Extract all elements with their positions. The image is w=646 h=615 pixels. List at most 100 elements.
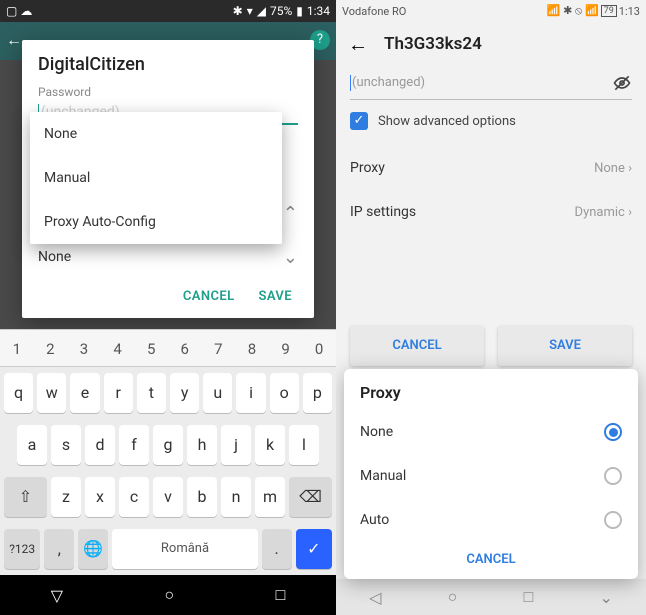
key-6[interactable]: 6	[168, 330, 202, 366]
save-button[interactable]: SAVE	[498, 326, 632, 366]
nav-back-icon[interactable]: ▽	[51, 586, 63, 605]
save-button[interactable]: SAVE	[259, 289, 292, 304]
cancel-button[interactable]: CANCEL	[350, 326, 484, 366]
back-arrow-icon[interactable]: ←	[6, 30, 22, 50]
key-g[interactable]: g	[153, 425, 183, 465]
key-m[interactable]: m	[255, 477, 285, 517]
chevron-right-icon: ›	[628, 205, 632, 220]
key-n[interactable]: n	[221, 477, 251, 517]
key-s[interactable]: s	[51, 425, 81, 465]
proxy-option-manual[interactable]: Manual	[30, 156, 282, 200]
proxy-option-pac[interactable]: Proxy Auto-Config	[30, 200, 282, 244]
key-k[interactable]: k	[255, 425, 285, 465]
radio-selected-icon	[604, 423, 622, 441]
proxy-row[interactable]: Proxy None ›	[350, 146, 632, 190]
backspace-key[interactable]: ⌫	[289, 477, 332, 517]
nav-recents-icon[interactable]: □	[524, 587, 534, 607]
key-0[interactable]: 0	[302, 330, 336, 366]
show-advanced-checkbox[interactable]: ✓ Show advanced options	[350, 100, 632, 146]
shift-key[interactable]: ⇧	[4, 477, 47, 517]
key-j[interactable]: j	[221, 425, 251, 465]
ip-settings-row[interactable]: IP settings Dynamic ›	[350, 190, 632, 234]
proxy-option-none[interactable]: None	[360, 410, 622, 454]
nav-recents-icon[interactable]: □	[276, 585, 286, 605]
dialog-actions: CANCEL SAVE	[38, 279, 298, 308]
key-5[interactable]: 5	[134, 330, 168, 366]
radio-unselected-icon	[604, 467, 622, 485]
sheet-cancel-button[interactable]: CANCEL	[360, 542, 622, 571]
visibility-off-icon[interactable]	[612, 73, 632, 93]
proxy-option-auto[interactable]: Auto	[360, 498, 622, 542]
android-nav-bar: ▽ ○ □	[0, 575, 336, 615]
chevron-up-icon: ⌃	[283, 203, 298, 224]
form-actions: CANCEL SAVE	[336, 318, 646, 374]
key-q[interactable]: q	[4, 373, 33, 413]
soft-keyboard: 1 2 3 4 5 6 7 8 9 0 q w e r t y u i o p …	[0, 329, 336, 575]
key-1[interactable]: 1	[0, 330, 34, 366]
key-x[interactable]: x	[85, 477, 115, 517]
globe-key[interactable]: 🌐	[78, 529, 108, 569]
nav-back-icon[interactable]: ◁	[369, 588, 381, 607]
status-bar: Vodafone RO 📶 ✱ ⦸ 📶 79 1:13	[336, 0, 646, 22]
checkbox-checked-icon: ✓	[350, 112, 368, 130]
key-w[interactable]: w	[37, 373, 66, 413]
key-9[interactable]: 9	[269, 330, 303, 366]
key-l[interactable]: l	[289, 425, 319, 465]
key-3[interactable]: 3	[67, 330, 101, 366]
android-nav-bar: ◁ ○ □ ⌄	[336, 579, 646, 615]
left-phone-stock-android: ▢ ☁ ✱ ▾ ◢ 75% ▮ 1:34 ← ? DigitalCitizen …	[0, 0, 336, 615]
key-y[interactable]: y	[170, 373, 199, 413]
signal-icon: 📶 ✱ ⦸ 📶	[547, 4, 599, 18]
bluetooth-icon: ✱	[233, 4, 243, 18]
password-field[interactable]: (unchanged)	[350, 66, 632, 100]
key-7[interactable]: 7	[202, 330, 236, 366]
proxy-option-none[interactable]: None	[30, 112, 282, 156]
key-t[interactable]: t	[137, 373, 166, 413]
hide-keyboard-icon[interactable]: ⌄	[599, 588, 612, 607]
status-bar: ▢ ☁ ✱ ▾ ◢ 75% ▮ 1:34	[0, 0, 336, 22]
key-z[interactable]: z	[51, 477, 81, 517]
cancel-button[interactable]: CANCEL	[183, 289, 235, 304]
key-a[interactable]: a	[17, 425, 47, 465]
text-caret	[350, 75, 351, 91]
key-p[interactable]: p	[303, 373, 332, 413]
wifi-settings-form: (unchanged) ✓ Show advanced options Prox…	[336, 66, 646, 234]
back-arrow-icon[interactable]: ←	[348, 32, 368, 57]
key-8[interactable]: 8	[235, 330, 269, 366]
key-o[interactable]: o	[270, 373, 299, 413]
key-2[interactable]: 2	[34, 330, 68, 366]
proxy-option-manual[interactable]: Manual	[360, 454, 622, 498]
checkbox-label: Show advanced options	[378, 114, 516, 129]
network-name: DigitalCitizen	[38, 54, 298, 75]
dropdown-value: None	[38, 249, 71, 265]
radio-unselected-icon	[604, 511, 622, 529]
row-label: Proxy	[350, 160, 385, 176]
clock: 1:34	[307, 4, 330, 18]
key-c[interactable]: c	[119, 477, 149, 517]
key-v[interactable]: v	[153, 477, 183, 517]
key-f[interactable]: f	[119, 425, 149, 465]
enter-key[interactable]: ✓	[296, 529, 332, 569]
signal-icon: ◢	[257, 4, 266, 18]
right-phone-emui: Vodafone RO 📶 ✱ ⦸ 📶 79 1:13 ← Th3G33ks24…	[336, 0, 646, 615]
nav-home-icon[interactable]: ○	[164, 585, 174, 605]
nav-home-icon[interactable]: ○	[448, 587, 458, 607]
key-h[interactable]: h	[187, 425, 217, 465]
key-4[interactable]: 4	[101, 330, 135, 366]
comma-key[interactable]: ,	[44, 529, 74, 569]
page-header: ← Th3G33ks24	[336, 22, 646, 66]
battery-pct: 75%	[270, 4, 292, 18]
key-e[interactable]: e	[70, 373, 99, 413]
sheet-title: Proxy	[360, 383, 622, 402]
key-r[interactable]: r	[104, 373, 133, 413]
picture-icon: ▢ ☁	[6, 4, 32, 18]
clock: 1:13	[619, 5, 640, 18]
space-key[interactable]: Română	[112, 529, 257, 569]
proxy-bottom-sheet: Proxy None Manual Auto CANCEL	[344, 369, 638, 579]
period-key[interactable]: .	[262, 529, 292, 569]
key-i[interactable]: i	[236, 373, 265, 413]
symbols-key[interactable]: ?123	[4, 529, 40, 569]
key-b[interactable]: b	[187, 477, 217, 517]
key-d[interactable]: d	[85, 425, 115, 465]
key-u[interactable]: u	[203, 373, 232, 413]
